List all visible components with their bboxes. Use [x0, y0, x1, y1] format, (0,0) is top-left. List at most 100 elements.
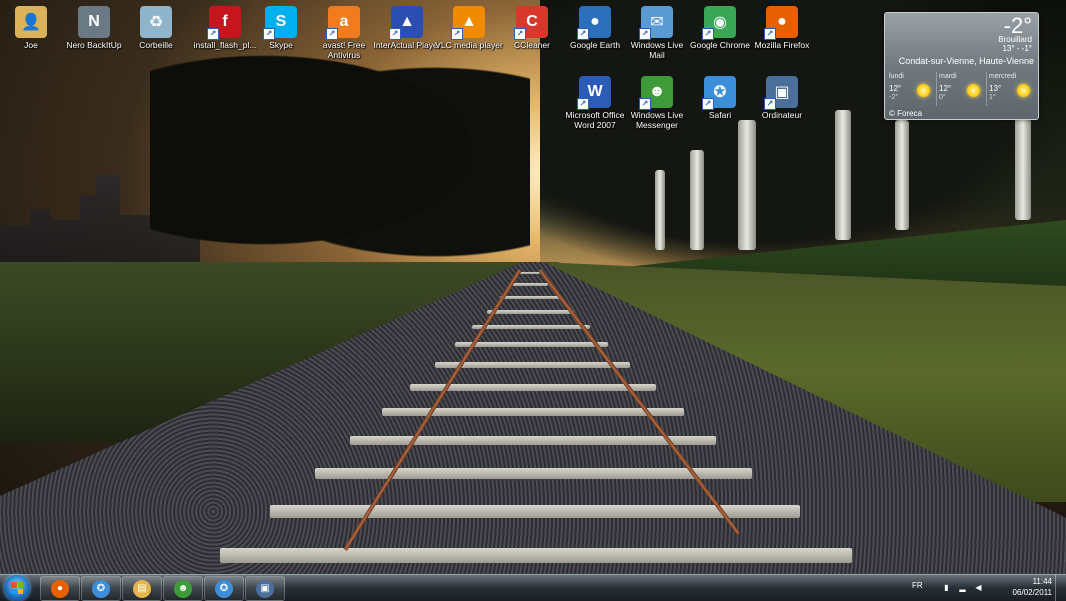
forecast-day-high: 12° — [889, 84, 902, 93]
desktop-icon-label: Windows Live Messenger — [630, 110, 684, 130]
forecast-day-low: -2° — [889, 94, 899, 101]
desktop-icon-ccleaner[interactable]: C ↗ CCleaner — [497, 6, 567, 50]
wallpaper-trunk — [738, 120, 756, 250]
desktop-icon-computer[interactable]: ▣ ↗ Ordinateur — [747, 76, 817, 120]
show-desktop-button[interactable] — [1055, 575, 1066, 601]
windows-live-messenger-icon: ☻ ↗ — [639, 76, 673, 110]
wallpaper-sleeper — [512, 283, 548, 286]
forecast-day-name: mercredi — [989, 73, 1017, 80]
desktop-icon-label: Mozilla Firefox — [754, 40, 810, 50]
weather-condition: Brouillard — [998, 35, 1032, 44]
desktop-icon-interactual-player[interactable]: ▲ ↗ InterActual Player — [372, 6, 442, 50]
language-indicator[interactable]: FR — [912, 581, 923, 590]
computer-icon: ▣ ↗ — [764, 76, 798, 110]
shortcut-arrow-icon: ↗ — [702, 98, 714, 110]
screen-icon: ▣ — [256, 579, 274, 598]
flash-installer-icon: f ↗ — [207, 6, 241, 40]
shortcut-arrow-icon: ↗ — [577, 28, 589, 40]
firefox-icon: ● ↗ — [764, 6, 798, 40]
taskbar: ● ✪ ▤ ☻ ✪ ▣ FR ▮ ▂ ◀ 11:44 06/02/2011 — [0, 574, 1066, 601]
desktop-icon-windows-live-messenger[interactable]: ☻ ↗ Windows Live Messenger — [622, 76, 692, 130]
wallpaper-trunk — [690, 150, 704, 250]
forecast-day-name: mardi — [939, 73, 957, 80]
forecast-day: lundi 12° -2° — [887, 72, 937, 106]
taskbar-button-firefox[interactable]: ● — [40, 576, 80, 601]
weather-forecast: lundi 12° -2° mardi 12° 0° mercredi 13° … — [887, 72, 1036, 106]
forecast-day-name: lundi — [889, 73, 904, 80]
desktop-icon-word[interactable]: W ↗ Microsoft Office Word 2007 — [560, 76, 630, 130]
skype-icon: S ↗ — [263, 6, 297, 40]
shortcut-arrow-icon: ↗ — [639, 28, 651, 40]
desktop-icon-label: Nero BackItUp — [66, 40, 122, 50]
folder-icon: ▤ — [133, 579, 151, 598]
firefox-icon: ● — [51, 579, 69, 598]
taskbar-button-safari[interactable]: ✪ — [81, 576, 121, 601]
sun-icon — [917, 84, 930, 97]
clock-time[interactable]: 11:44 — [1033, 577, 1052, 586]
forecast-day: mardi 12° 0° — [937, 72, 987, 106]
desktop-icon-label: VLC media player — [435, 40, 503, 50]
battery-icon[interactable]: ▮ — [942, 583, 951, 592]
network-icon[interactable]: ▂ — [958, 583, 967, 592]
taskbar-button-messenger[interactable]: ☻ — [163, 576, 203, 601]
desktop-icon-label: Corbeille — [139, 40, 173, 50]
desktop-icon-recycle-bin[interactable]: ♻ Corbeille — [121, 6, 191, 50]
safari-icon: ✪ — [215, 579, 233, 598]
shortcut-arrow-icon: ↗ — [389, 28, 401, 40]
desktop-icon-vlc[interactable]: ▲ ↗ VLC media player — [434, 6, 504, 50]
desktop-icon-label: Microsoft Office Word 2007 — [565, 110, 625, 130]
forecast-day-high: 12° — [939, 84, 952, 93]
desktop-icon-label: Joe — [24, 40, 38, 50]
volume-icon[interactable]: ◀ — [974, 583, 983, 592]
wallpaper-sleeper — [315, 468, 752, 479]
google-earth-icon: ● ↗ — [577, 6, 611, 40]
wallpaper-sleeper — [520, 272, 540, 274]
windows-logo-icon — [11, 582, 23, 594]
chrome-icon: ◉ ↗ — [702, 6, 736, 40]
start-button[interactable] — [4, 575, 30, 601]
desktop-icon-label: Safari — [708, 110, 732, 120]
weather-credit: © Foreca — [889, 109, 923, 118]
desktop-icon-label: avast! Free Antivirus — [322, 40, 366, 60]
desktop-icon-google-earth[interactable]: ● ↗ Google Earth — [560, 6, 630, 50]
taskbar-button-screen[interactable]: ▣ — [245, 576, 285, 601]
desktop-icon-label: CCleaner — [514, 40, 550, 50]
windows-live-messenger-icon: ☻ — [174, 579, 192, 598]
desktop-icon-label: Ordinateur — [761, 110, 803, 120]
wallpaper-trees-left — [150, 30, 530, 270]
wallpaper-sleeper — [487, 310, 574, 314]
desktop-icon-windows-live-mail[interactable]: ✉ ↗ Windows Live Mail — [622, 6, 692, 60]
word-icon: W ↗ — [577, 76, 611, 110]
taskbar-button-safari-2[interactable]: ✪ — [204, 576, 244, 601]
safari-icon: ✪ — [92, 579, 110, 598]
sun-icon — [1017, 84, 1030, 97]
desktop-icon-label: Windows Live Mail — [630, 40, 684, 60]
windows-live-mail-icon: ✉ ↗ — [639, 6, 673, 40]
desktop-icon-label: Skype — [269, 40, 293, 50]
user-folder-icon: 👤 — [15, 6, 47, 38]
system-tray: FR ▮ ▂ ◀ 11:44 06/02/2011 — [906, 575, 1066, 601]
desktop-icon-user-folder[interactable]: 👤 Joe — [0, 6, 66, 50]
desktop-icon-label: Google Chrome — [689, 40, 750, 50]
taskbar-button-explorer[interactable]: ▤ — [122, 576, 162, 601]
forecast-day: mercredi 13° 1° — [987, 72, 1036, 106]
desktop-icon-safari[interactable]: ✪ ↗ Safari — [685, 76, 755, 120]
weather-range: 13° - -1° — [1002, 44, 1032, 53]
clock-date[interactable]: 06/02/2011 — [1013, 588, 1052, 597]
wallpaper-sleeper — [472, 325, 590, 329]
wallpaper-sleeper — [500, 296, 560, 299]
wallpaper-trunk — [655, 170, 665, 250]
desktop-icon-nero-backitup[interactable]: N Nero BackItUp — [59, 6, 129, 50]
recycle-bin-icon: ♻ — [140, 6, 172, 38]
shortcut-arrow-icon: ↗ — [451, 28, 463, 40]
forecast-day-low: 1° — [989, 94, 996, 101]
interactual-player-icon: ▲ ↗ — [389, 6, 423, 40]
desktop-icon-avast[interactable]: a ↗ avast! Free Antivirus — [309, 6, 379, 60]
desktop-icon-skype[interactable]: S ↗ Skype — [246, 6, 316, 50]
desktop-icon-chrome[interactable]: ◉ ↗ Google Chrome — [685, 6, 755, 50]
ccleaner-icon: C ↗ — [514, 6, 548, 40]
weather-gadget[interactable]: -2° Brouillard 13° - -1° Condat-sur-Vien… — [884, 12, 1039, 120]
shortcut-arrow-icon: ↗ — [577, 98, 589, 110]
desktop-icon-firefox[interactable]: ● ↗ Mozilla Firefox — [747, 6, 817, 50]
desktop-icon-label: InterActual Player — [373, 40, 441, 50]
